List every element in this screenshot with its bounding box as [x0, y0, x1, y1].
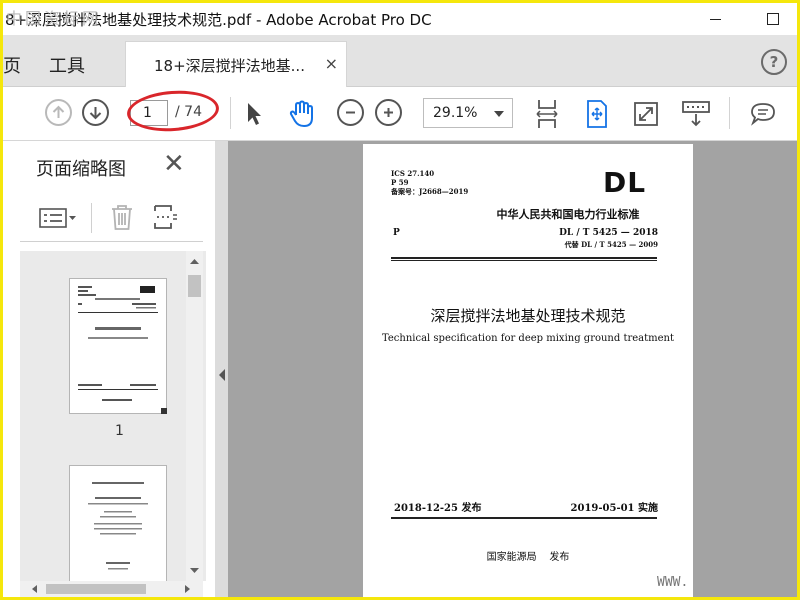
industry-standard-title: 中华人民共和国电力行业标准 — [496, 208, 640, 221]
footer-rule — [391, 517, 657, 519]
tab-home[interactable]: 页 — [3, 52, 21, 78]
collapse-panel-icon[interactable] — [217, 367, 227, 383]
page-thumbnail[interactable] — [69, 278, 167, 414]
delete-page-button[interactable] — [108, 201, 136, 233]
category-code: P — [393, 228, 400, 238]
pdf-page: ICS 27.140 P 59 备案号：J2668—2019 DL 中华人民共和… — [363, 144, 693, 597]
select-tool-button[interactable] — [241, 99, 267, 129]
close-tab-icon[interactable]: × — [325, 54, 338, 73]
thumbnail-vertical-scrollbar[interactable] — [186, 251, 203, 581]
expand-icon — [634, 102, 658, 126]
list-menu-icon — [39, 208, 76, 228]
toolbar-divider — [729, 97, 730, 129]
panel-title: 页面缩略图 — [36, 159, 126, 180]
thumbnail-horizontal-scrollbar[interactable] — [20, 581, 203, 597]
fit-page-icon — [536, 100, 558, 128]
extract-pages-button[interactable] — [150, 201, 182, 233]
toolbar-divider — [230, 97, 231, 129]
help-icon[interactable]: ? — [761, 49, 787, 75]
panel-splitter[interactable] — [215, 141, 228, 597]
document-viewport[interactable]: ICS 27.140 P 59 备案号：J2668—2019 DL 中华人民共和… — [215, 141, 797, 597]
next-page-button[interactable] — [82, 99, 109, 126]
implementation-date: 2019-05-01 实施 — [570, 503, 658, 514]
plus-icon — [384, 108, 393, 117]
scrollbar-thumb[interactable] — [46, 584, 146, 594]
hand-tool-button[interactable] — [286, 97, 318, 131]
thumbnail-page-number: 1 — [115, 423, 124, 439]
panel-divider — [20, 241, 203, 242]
page-arrows-icon — [587, 100, 607, 128]
watermark-bottom-right: WWW. — [657, 575, 689, 590]
zoom-level-select[interactable]: 29.1% — [423, 98, 513, 128]
tab-bar: 页 工具 18+深层搅拌法地基... × ? — [3, 35, 797, 87]
page-thumbnail[interactable] — [69, 465, 167, 581]
zoom-in-button[interactable] — [375, 99, 402, 126]
annotation-ellipse — [125, 87, 221, 135]
previous-page-button[interactable] — [45, 99, 72, 126]
p-code: P 59 — [391, 178, 409, 187]
arrow-down-icon — [89, 107, 102, 120]
minimize-button[interactable] — [703, 7, 727, 31]
chevron-down-icon — [494, 111, 504, 117]
scrollbar-thumb[interactable] — [188, 275, 201, 297]
scroll-down-icon[interactable] — [186, 564, 203, 578]
trash-icon — [112, 205, 132, 230]
fit-page-button[interactable] — [533, 97, 561, 131]
comment-button[interactable] — [747, 99, 779, 129]
tab-tools[interactable]: 工具 — [49, 52, 85, 78]
read-mode-button[interactable] — [680, 99, 712, 129]
minus-icon — [346, 111, 355, 114]
thumbnail-options-button[interactable] — [37, 203, 79, 233]
tab-document[interactable]: 18+深层搅拌法地基... × — [125, 41, 347, 87]
thumbnail-list: 1 — [20, 251, 206, 581]
standard-number: DL / T 5425 — 2018 — [559, 228, 658, 238]
scroll-left-icon[interactable] — [28, 581, 42, 597]
replaces-standard: 代替 DL / T 5425 — 2009 — [564, 240, 658, 249]
thumbnail-page-2-preview — [88, 482, 148, 570]
maximize-button[interactable] — [761, 7, 785, 31]
close-panel-icon[interactable]: ✕ — [163, 149, 185, 179]
page-extract-icon — [154, 205, 177, 229]
zoom-level-value: 29.1% — [433, 105, 478, 121]
panel-divider — [91, 203, 92, 233]
document-title-en: Technical specification for deep mixing … — [381, 333, 675, 344]
arrow-up-icon — [52, 105, 65, 118]
thumbnail-resize-handle[interactable] — [161, 408, 167, 414]
scroll-right-icon[interactable] — [180, 581, 194, 597]
ics-code: ICS 27.140 — [391, 169, 435, 178]
scroll-up-icon[interactable] — [186, 254, 203, 268]
document-title-cn: 深层搅拌法地基处理技术规范 — [430, 307, 626, 325]
full-screen-button[interactable] — [631, 99, 661, 129]
title-bar: 8+深层搅拌法地基处理技术规范.pdf - Adobe Acrobat Pro … — [3, 3, 797, 35]
thumbnail-page-1-preview — [78, 286, 158, 401]
scroll-mode-button[interactable] — [583, 97, 611, 131]
record-number: 备案号：J2668—2019 — [391, 187, 469, 196]
issue-date: 2018-12-25 发布 — [394, 503, 482, 514]
comment-icon — [751, 103, 775, 126]
tab-document-label: 18+深层搅拌法地基... — [154, 57, 305, 75]
watermark-top-left: 中国资标网 — [6, 9, 102, 28]
zoom-out-button[interactable] — [337, 99, 364, 126]
dl-logo: DL — [603, 166, 647, 199]
header-rule — [391, 257, 657, 259]
header-rule — [391, 260, 657, 261]
app-window: 8+深层搅拌法地基处理技术规范.pdf - Adobe Acrobat Pro … — [3, 3, 797, 597]
issuing-authority: 国家能源局 发布 — [486, 552, 570, 563]
toolbar: 1 / 74 29.1% — [3, 87, 797, 141]
cursor-arrow-icon — [248, 103, 261, 125]
hand-icon — [289, 100, 313, 127]
keyboard-down-icon — [682, 101, 710, 127]
